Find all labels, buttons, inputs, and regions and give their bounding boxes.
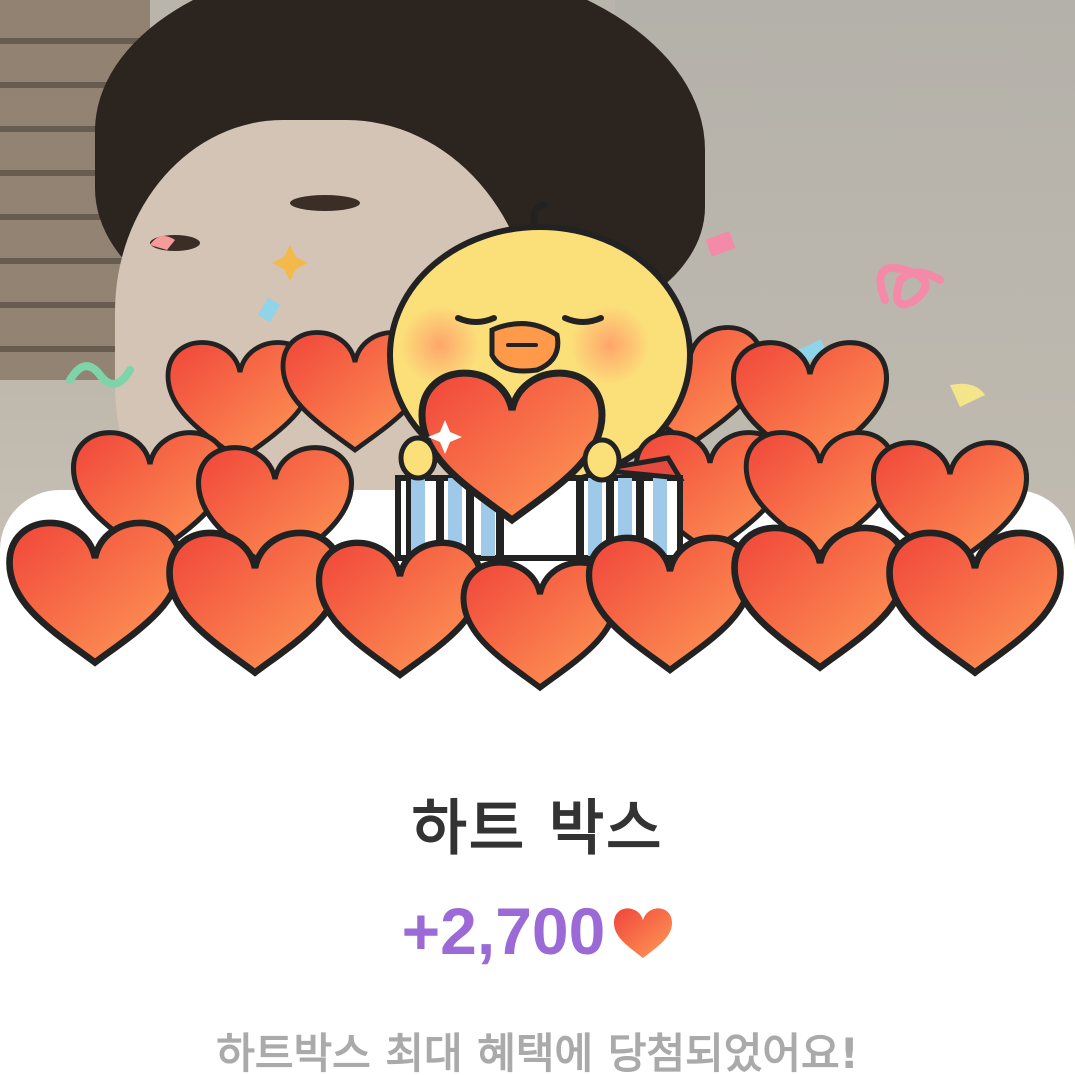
heart-icon xyxy=(614,908,673,958)
reward-amount: +2,700 xyxy=(401,894,606,968)
reward-amount-row: +2,700 xyxy=(0,893,1075,969)
heart-box-reward-screen: 하트 박스 +2,700 하트박스 최대 혜택에 당첨되었어요! xyxy=(0,0,1075,1075)
heart-box-illustration xyxy=(0,202,1075,720)
reward-message: 하트박스 최대 혜택에 당첨되었어요! xyxy=(216,1029,859,1075)
reward-title: 하트 박스 xyxy=(411,794,664,864)
